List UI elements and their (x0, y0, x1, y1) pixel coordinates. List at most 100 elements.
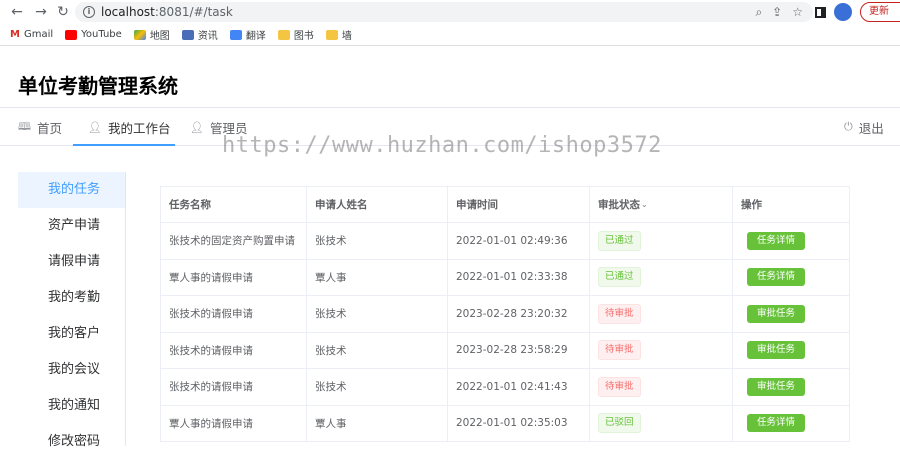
active-tab-indicator (73, 144, 175, 146)
nav-home-label: 首页 (36, 120, 62, 136)
address-bar[interactable]: i localhost:8081/#/task ⌕ ⇪ ☆ (75, 2, 813, 22)
task-action-button[interactable]: 任务详情 (747, 268, 806, 287)
table-header: 任务名称 申请人姓名 申请时间 审批状态 ⌄ 操作 (161, 187, 849, 223)
action-cell: 审批任务 (733, 369, 849, 405)
table-row: 张技术的请假申请 张技术 2022-01-01 02:41:43 待审批 审批任务 (161, 369, 849, 406)
translate-icon (229, 29, 242, 40)
forward-icon[interactable]: → (30, 1, 52, 23)
action-cell: 审批任务 (733, 296, 849, 332)
bookmarks-bar: M Gmail YouTube 地图 资讯 翻译 图书 墙 (0, 24, 900, 46)
time-cell: 2022-01-01 02:41:43 (448, 369, 590, 405)
power-icon: ⏻ (844, 120, 853, 133)
applicant-cell: 覃人事 (307, 259, 448, 295)
nav-workbench[interactable]: 👤︎ 我的工作台 (88, 108, 170, 146)
nav-workbench-label: 我的工作台 (107, 120, 171, 136)
bookmark-label: 地图 (149, 31, 170, 42)
app-title: 单位考勤管理系统 (18, 74, 178, 98)
sidebar-item-notices[interactable]: 我的通知 (18, 388, 125, 424)
bookmark-maps[interactable]: 地图 (133, 27, 170, 42)
status-badge: 已通过 (598, 267, 641, 288)
share-icon[interactable]: ⇪ (772, 5, 782, 20)
column-header: 申请时间 (448, 187, 590, 222)
status-badge: 已通过 (598, 230, 641, 251)
update-button[interactable]: 更新 (860, 2, 900, 22)
task-name-cell: 张技术的请假申请 (161, 369, 307, 405)
status-cell: 待审批 (590, 369, 733, 405)
reload-icon[interactable]: ↻ (52, 1, 74, 23)
status-column-header[interactable]: 审批状态 ⌄ (590, 187, 733, 222)
filter-icon[interactable]: ⌄ (641, 200, 648, 209)
bookmark-youtube[interactable]: YouTube (65, 29, 122, 40)
sidebar-item-my-tasks[interactable]: 我的任务 (18, 172, 125, 208)
user-icon: 👤︎ (88, 120, 102, 134)
status-badge: 待审批 (598, 376, 641, 397)
news-icon (181, 29, 194, 40)
bookmark-star-icon[interactable]: ☆ (792, 5, 803, 20)
task-action-button[interactable]: 审批任务 (747, 304, 806, 323)
table-row: 张技术的请假申请 张技术 2023-02-28 23:20:32 待审批 审批任务 (161, 296, 849, 333)
bookmark-gmail[interactable]: M Gmail (10, 29, 53, 40)
logout-button[interactable]: ⏻ 退出 (844, 108, 884, 146)
watermark: https://www.huzhan.com/ishop3572 (222, 133, 662, 158)
bookmark-translate[interactable]: 翻译 (229, 27, 266, 42)
site-info-icon[interactable]: i (83, 6, 95, 18)
task-name-cell: 覃人事的请假申请 (161, 405, 307, 441)
bookmark-label: Gmail (23, 29, 54, 40)
task-action-button[interactable]: 审批任务 (747, 341, 806, 360)
task-table: 任务名称 申请人姓名 申请时间 审批状态 ⌄ 操作 张技术的固定资产购置申请 张技术… (160, 186, 850, 442)
bookmark-label: 图书 (293, 31, 314, 42)
nav-home[interactable]: 🕮 首页 (18, 108, 62, 146)
action-cell: 任务详情 (733, 260, 849, 296)
profile-avatar[interactable] (834, 3, 852, 21)
task-name-cell: 张技术的请假申请 (161, 332, 307, 368)
user-icon: 👤︎ (190, 120, 204, 134)
folder-icon (277, 29, 290, 40)
bookmark-label: YouTube (81, 29, 122, 40)
table-row: 张技术的固定资产购置申请 张技术 2022-01-01 02:49:36 已通过 任务详… (161, 223, 849, 260)
column-header: 申请人姓名 (307, 187, 448, 222)
sidebar-item-asset-request[interactable]: 资产申请 (18, 208, 125, 244)
time-cell: 2023-02-28 23:20:32 (448, 296, 590, 332)
status-badge: 待审批 (598, 340, 641, 361)
bookmark-news[interactable]: 资讯 (181, 27, 218, 42)
time-cell: 2022-01-01 02:49:36 (448, 223, 590, 259)
task-name-cell: 张技术的请假申请 (161, 296, 307, 332)
folder-icon (325, 29, 338, 40)
applicant-cell: 覃人事 (307, 405, 448, 441)
task-name-cell: 覃人事的请假申请 (161, 259, 307, 295)
bookmark-wall[interactable]: 墙 (325, 27, 352, 42)
action-cell: 任务详情 (733, 406, 849, 442)
table-row: 覃人事的请假申请 覃人事 2022-01-01 02:33:38 已通过 任务详情 (161, 259, 849, 296)
table-row: 覃人事的请假申请 覃人事 2022-01-01 02:35:03 已驳回 任务详情 (161, 405, 849, 442)
action-cell: 审批任务 (733, 333, 849, 369)
url-path: :8081/#/task (154, 5, 233, 19)
status-cell: 已通过 (590, 223, 733, 259)
task-action-button[interactable]: 审批任务 (747, 377, 806, 396)
task-action-button[interactable]: 任务详情 (747, 414, 806, 433)
bookmark-books[interactable]: 图书 (277, 27, 314, 42)
task-action-button[interactable]: 任务详情 (747, 231, 806, 250)
back-icon[interactable]: ← (6, 1, 28, 23)
sidebar-item-meetings[interactable]: 我的会议 (18, 352, 125, 388)
applicant-cell: 张技术 (307, 223, 448, 259)
book-icon: 🕮 (18, 119, 31, 133)
applicant-cell: 张技术 (307, 369, 448, 405)
table-row: 张技术的请假申请 张技术 2023-02-28 23:58:29 待审批 审批任务 (161, 332, 849, 369)
browser-toolbar: ← → ↻ i localhost:8081/#/task ⌕ ⇪ ☆ 更新 (0, 0, 900, 24)
sidebar-item-attendance[interactable]: 我的考勤 (18, 280, 125, 316)
maps-icon (133, 29, 146, 40)
logout-label: 退出 (858, 120, 884, 136)
status-cell: 已驳回 (590, 405, 733, 441)
sidebar-item-customers[interactable]: 我的客户 (18, 316, 125, 352)
bookmark-label: 翻译 (245, 31, 266, 42)
action-cell: 任务详情 (733, 223, 849, 259)
side-panel-icon[interactable] (815, 6, 826, 18)
sidebar: 我的任务 资产申请 请假申请 我的考勤 我的客户 我的会议 我的通知 修改密码 (18, 172, 126, 449)
time-cell: 2022-01-01 02:35:03 (448, 405, 590, 441)
status-badge: 待审批 (598, 303, 641, 324)
sidebar-item-leave-request[interactable]: 请假申请 (18, 244, 125, 280)
youtube-icon (65, 29, 78, 40)
applicant-cell: 张技术 (307, 296, 448, 332)
zoom-icon[interactable]: ⌕ (755, 5, 762, 20)
sidebar-item-change-password[interactable]: 修改密码 (18, 424, 125, 460)
